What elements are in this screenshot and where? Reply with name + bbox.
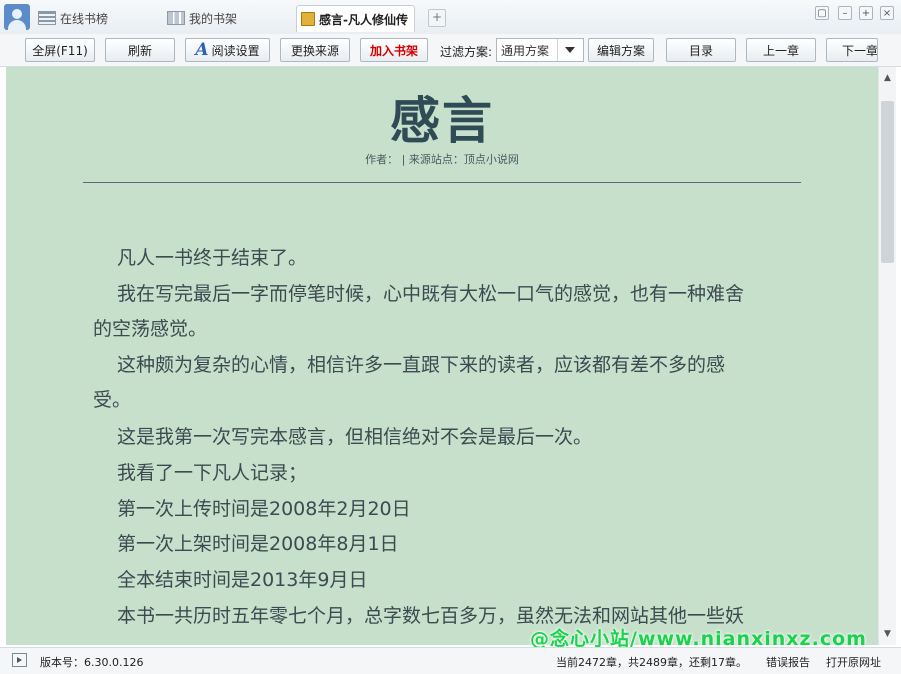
scroll-down-icon[interactable]: ▼	[879, 625, 896, 643]
change-source-button[interactable]: 更换来源	[280, 38, 350, 62]
paragraph-line: 第一次上架时间是2008年8月1日	[117, 533, 399, 555]
title-divider	[83, 182, 801, 183]
next-chapter-button[interactable]: 下一章	[826, 38, 878, 62]
chapter-meta: 作者： | 来源站点：顶点小说网	[365, 153, 519, 166]
version-text: 版本号：6.30.0.126	[40, 656, 144, 669]
chevron-down-icon[interactable]	[557, 39, 582, 61]
close-icon[interactable]: ×	[880, 6, 894, 20]
paragraph: 凡人一书终于结束了。	[93, 241, 783, 276]
tab-my-bookshelf[interactable]: 我的书架	[167, 6, 237, 30]
tab-label: 在线书榜	[60, 11, 109, 26]
paragraph: 这是我第一次写完本感言，但相信绝对不会是最后一次。	[93, 420, 783, 455]
minimize-icon[interactable]: –	[838, 6, 852, 20]
error-report-link[interactable]: 错误报告	[766, 654, 810, 670]
paragraph-line: 这种颇为复杂的心情，相信许多一直跟下来的读者，应该都有差不多的感	[117, 354, 726, 376]
title-bar: 在线书榜 我的书架 感言-凡人修仙传 + ▢ – + ×	[0, 0, 901, 35]
filter-label: 过滤方案:	[440, 45, 493, 59]
filter-scheme-select[interactable]: 通用方案	[496, 38, 584, 62]
filter-scheme-value: 通用方案	[501, 43, 550, 58]
add-tab-button[interactable]: +	[428, 9, 446, 27]
reading-pane[interactable]: 感言 作者： | 来源站点：顶点小说网 凡人一书终于结束了。 我在写完最后一字而…	[6, 67, 878, 645]
paragraph-line: 我看了一下凡人记录；	[117, 462, 308, 484]
user-avatar[interactable]	[4, 4, 30, 30]
reading-settings-button[interactable]: A 阅读设置	[185, 38, 270, 62]
open-original-url-link[interactable]: 打开原网址	[826, 654, 881, 670]
panel-toggle-icon[interactable]	[12, 653, 27, 667]
tab-label: 感言-凡人修仙传	[319, 12, 408, 27]
edit-scheme-button[interactable]: 编辑方案	[588, 38, 654, 62]
paragraph-line: 我在写完最后一字而停笔时候，心中既有大松一口气的感觉，也有一种难舍	[117, 283, 745, 305]
paragraph: 这种颇为复杂的心情，相信许多一直跟下来的读者，应该都有差不多的感 受。	[93, 348, 783, 418]
paragraph: 我在写完最后一字而停笔时候，心中既有大松一口气的感觉，也有一种难舍 的空荡感觉。	[93, 277, 783, 347]
toc-button[interactable]: 目录	[666, 38, 736, 62]
tab-label: 我的书架	[189, 11, 238, 26]
paragraph-line: 凡人一书终于结束了。	[117, 247, 308, 269]
paragraph-line: 的空荡感觉。	[93, 318, 208, 340]
paragraph-line: 全本结束时间是2013年9月日	[117, 569, 368, 591]
toolbar: 全屏(F11) 刷新 A 阅读设置 更换来源 加入书架 过滤方案: 通用方案 编…	[0, 34, 901, 67]
tab-online-rankings[interactable]: 在线书榜	[38, 6, 108, 30]
vertical-scrollbar[interactable]: ▲ ▼	[878, 67, 896, 645]
scrollbar-thumb[interactable]	[881, 101, 894, 263]
paragraph: 我看了一下凡人记录；	[93, 456, 783, 491]
paragraph: 第一次上架时间是2008年8月1日	[93, 527, 783, 562]
list-icon	[38, 11, 56, 25]
book-icon	[301, 12, 315, 26]
status-bar: 版本号：6.30.0.126 当前2472章，共2489章，还剩17章。 错误报…	[0, 647, 901, 674]
fullscreen-button[interactable]: 全屏(F11)	[25, 38, 95, 62]
refresh-button[interactable]: 刷新	[105, 38, 175, 62]
bookshelf-icon	[167, 11, 185, 25]
paragraph-line: 第一次上传时间是2008年2月20日	[117, 498, 411, 520]
add-to-bookshelf-button[interactable]: 加入书架	[360, 38, 428, 62]
paragraph: 全本结束时间是2013年9月日	[93, 563, 783, 598]
chapter-progress-text: 当前2472章，共2489章，还剩17章。	[556, 656, 747, 669]
scroll-up-icon[interactable]: ▲	[879, 69, 896, 87]
restore-window-icon[interactable]: ▢	[815, 6, 829, 20]
paragraph-line: 受。	[93, 389, 132, 411]
maximize-icon[interactable]: +	[859, 6, 873, 20]
tab-current-chapter[interactable]: 感言-凡人修仙传	[296, 5, 415, 32]
reading-settings-label: 阅读设置	[211, 43, 260, 58]
chapter-title: 感言	[390, 92, 494, 150]
paragraph: 第一次上传时间是2008年2月20日	[93, 492, 783, 527]
paragraph-line: 这是我第一次写完本感言，但相信绝对不会是最后一次。	[117, 426, 593, 448]
prev-chapter-button[interactable]: 上一章	[746, 38, 816, 62]
font-a-icon: A	[195, 40, 209, 60]
